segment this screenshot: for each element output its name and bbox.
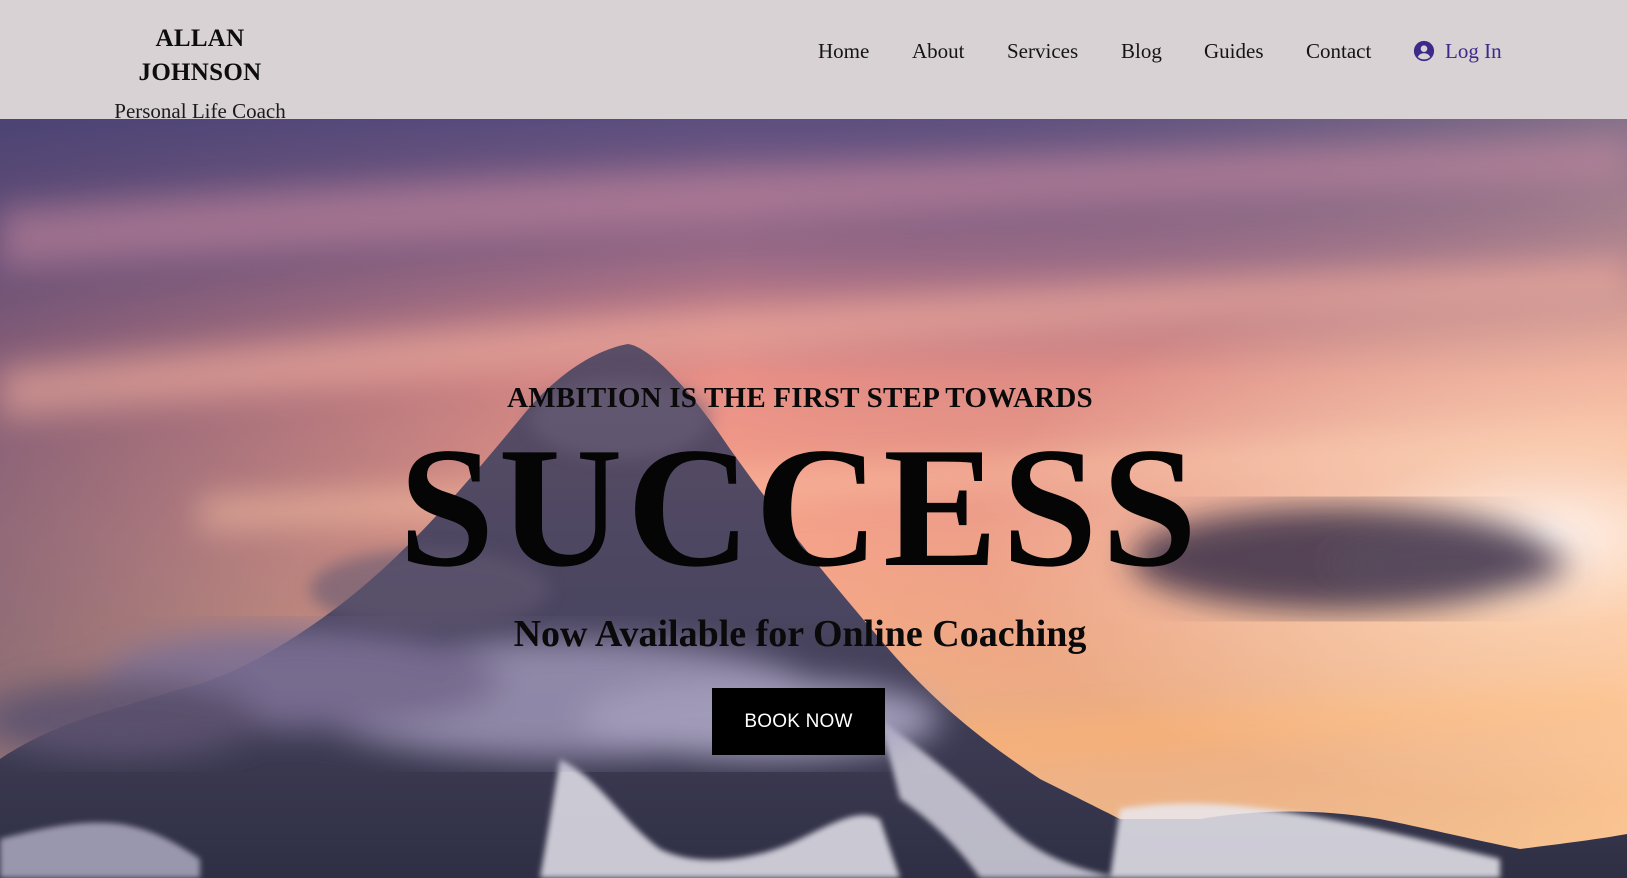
hero-section: AMBITION IS THE FIRST STEP TOWARDS SUCCE…: [0, 119, 1627, 878]
login-button[interactable]: Log In: [1413, 34, 1502, 68]
nav-item-home[interactable]: Home: [818, 34, 869, 68]
nav-item-contact[interactable]: Contact: [1306, 34, 1371, 68]
nav-item-about[interactable]: About: [912, 34, 965, 68]
book-now-button[interactable]: BOOK NOW: [712, 688, 885, 755]
hero-headline: SUCCESS: [398, 413, 1202, 603]
nav-item-services[interactable]: Services: [1007, 34, 1078, 68]
nav-item-guides[interactable]: Guides: [1204, 34, 1264, 68]
user-circle-icon: [1413, 40, 1435, 62]
hero-subline: Now Available for Online Coaching: [513, 613, 1087, 655]
site-header: ALLAN JOHNSON Personal Life Coach Home A…: [0, 0, 1627, 123]
main-nav: Home About Services Blog Guides Contact …: [0, 34, 1627, 68]
nav-item-blog[interactable]: Blog: [1121, 34, 1162, 68]
hero-content: AMBITION IS THE FIRST STEP TOWARDS SUCCE…: [0, 119, 1627, 878]
hero-tagline: AMBITION IS THE FIRST STEP TOWARDS: [507, 382, 1093, 414]
login-label: Log In: [1445, 39, 1502, 63]
